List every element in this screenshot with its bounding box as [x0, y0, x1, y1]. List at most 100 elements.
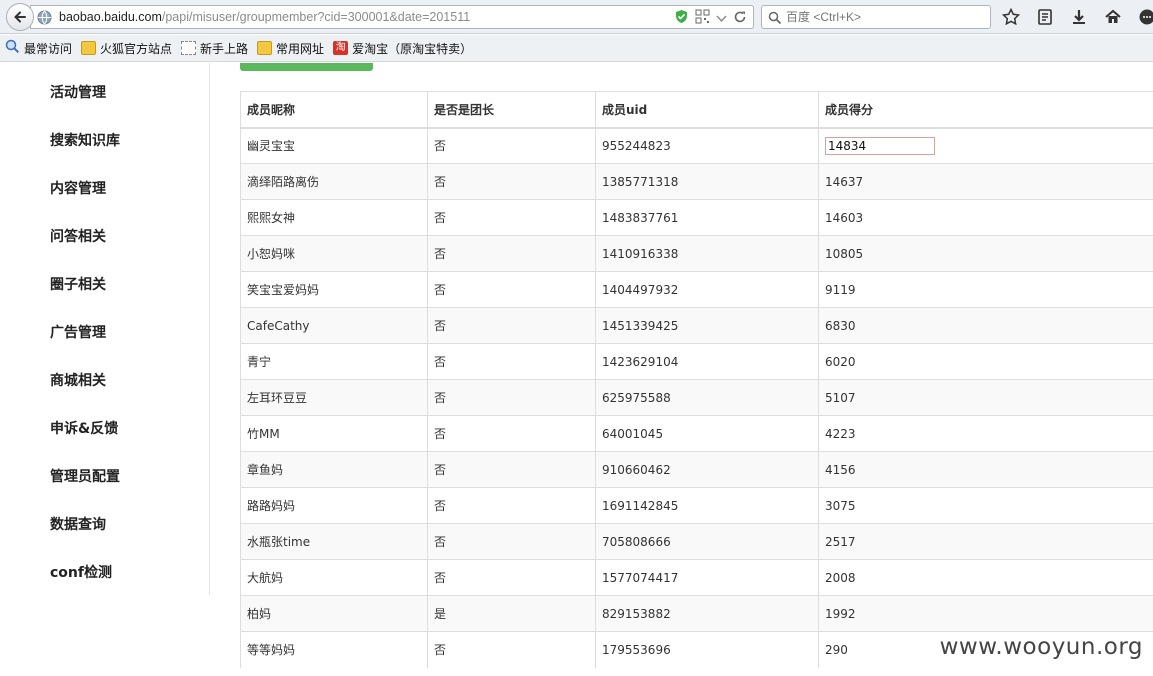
- cell-is-leader: 否: [427, 487, 596, 524]
- cell-nickname: 左耳环豆豆: [240, 379, 428, 416]
- cell-is-leader: 是: [427, 595, 596, 632]
- cell-score: 6830: [818, 307, 1153, 344]
- cell-is-leader: 否: [427, 271, 596, 308]
- folder-icon: [81, 41, 97, 55]
- sidebar: 活动管理 搜索知识库 内容管理 问答相关 圈子相关 广告管理 商城相关 申诉&反…: [0, 63, 210, 595]
- sidebar-item-admin-config[interactable]: 管理员配置: [50, 466, 120, 486]
- cell-score: 1992: [818, 595, 1153, 632]
- download-icon[interactable]: [1068, 6, 1090, 28]
- reading-list-icon[interactable]: [1034, 6, 1056, 28]
- sidebar-item-content-management[interactable]: 内容管理: [50, 178, 106, 198]
- table-row: 幽灵宝宝 否 955244823: [240, 127, 1153, 164]
- bookmark-star-icon[interactable]: [1000, 6, 1022, 28]
- cell-nickname: 青宁: [240, 343, 428, 380]
- cell-is-leader: 否: [427, 523, 596, 560]
- cell-uid: 1410916338: [595, 235, 819, 272]
- sidebar-item-mall[interactable]: 商城相关: [50, 370, 106, 390]
- table-row: 路路妈妈否 1691142845 3075: [240, 487, 1153, 524]
- bookmark-label: 常用网址: [276, 41, 325, 56]
- score-input[interactable]: [825, 136, 935, 155]
- shield-check-icon[interactable]: [674, 9, 689, 28]
- sidebar-item-ads[interactable]: 广告管理: [50, 322, 106, 342]
- back-button[interactable]: [6, 3, 34, 31]
- cell-nickname: 水瓶张time: [240, 523, 428, 560]
- cell-score: [818, 127, 1153, 164]
- cell-nickname: 章鱼妈: [240, 451, 428, 488]
- cell-is-leader: 否: [427, 631, 596, 668]
- cell-is-leader: 否: [427, 163, 596, 200]
- cell-uid: 910660462: [595, 451, 819, 488]
- home-icon[interactable]: [1102, 6, 1124, 28]
- cell-score: 14603: [818, 199, 1153, 236]
- cell-is-leader: 否: [427, 415, 596, 452]
- sidebar-item-activity-management[interactable]: 活动管理: [50, 82, 106, 102]
- cell-is-leader: 否: [427, 451, 596, 488]
- qr-code-icon[interactable]: [695, 9, 710, 28]
- column-header-is-leader: 是否是团长: [427, 91, 596, 129]
- sidebar-item-circles[interactable]: 圈子相关: [50, 274, 106, 294]
- dropdown-arrow-icon[interactable]: [716, 9, 727, 28]
- table-row: 水瓶张time 否 705808666 2517: [240, 523, 1153, 560]
- bookmark-most-visited[interactable]: 最常访问: [5, 39, 72, 57]
- reload-icon[interactable]: [733, 9, 747, 28]
- cell-score: 2517: [818, 523, 1153, 560]
- cell-score: 2008: [818, 559, 1153, 596]
- table-row: 左耳环豆豆否 625975588 5107: [240, 379, 1153, 416]
- cell-nickname: 熙熙女神: [240, 199, 428, 236]
- bookmark-common-sites[interactable]: 常用网址: [257, 40, 324, 57]
- cell-nickname: 大航妈: [240, 559, 428, 596]
- search-input[interactable]: [786, 9, 986, 25]
- taobao-icon: 淘: [333, 41, 349, 55]
- cell-is-leader: 否: [427, 307, 596, 344]
- bookmarks-bar: 最常访问 火狐官方站点 新手上路 常用网址 淘 爱淘宝（原淘宝特卖）: [0, 35, 1153, 62]
- url-path: /papi/misuser/groupmember?cid=300001&dat…: [161, 10, 471, 24]
- cell-nickname: 路路妈妈: [240, 487, 428, 524]
- site-globe-icon: [37, 10, 52, 29]
- cell-is-leader: 否: [427, 199, 596, 236]
- cell-uid: 64001045: [595, 415, 819, 452]
- sidebar-item-search-knowledge[interactable]: 搜索知识库: [50, 130, 120, 150]
- table-row: 章鱼妈否 910660462 4156: [240, 451, 1153, 488]
- cell-score: 3075: [818, 487, 1153, 524]
- cell-score: 10805: [818, 235, 1153, 272]
- cell-uid: 1577074417: [595, 559, 819, 596]
- sidebar-item-appeals-feedback[interactable]: 申诉&反馈: [50, 418, 118, 438]
- sidebar-item-conf-check[interactable]: conf检测: [50, 562, 112, 582]
- cell-uid: 1423629104: [595, 343, 819, 380]
- table-row: 熙熙女神否 1483837761 14603: [240, 199, 1153, 236]
- bookmark-ai-taobao[interactable]: 淘 爱淘宝（原淘宝特卖）: [333, 40, 472, 57]
- cell-score: 6020: [818, 343, 1153, 380]
- sidebar-item-qa[interactable]: 问答相关: [50, 226, 106, 246]
- bookmark-label: 火狐官方站点: [100, 41, 173, 56]
- table-row: 小恕妈咪否 1410916338 10805: [240, 235, 1153, 272]
- dashed-page-icon: [181, 41, 197, 55]
- cell-uid: 179553696: [595, 631, 819, 668]
- bookmark-getting-started[interactable]: 新手上路: [181, 40, 248, 57]
- cell-nickname: 滴绎陌路离伤: [240, 163, 428, 200]
- globe-icon: [5, 39, 20, 57]
- table-row: CafeCathy 否 1451339425 6830: [240, 307, 1153, 344]
- cell-score: 9119: [818, 271, 1153, 308]
- watermark: www.wooyun.org: [939, 634, 1143, 660]
- cell-score: 4223: [818, 415, 1153, 452]
- cell-uid: 625975588: [595, 379, 819, 416]
- sidebar-item-data-query[interactable]: 数据查询: [50, 514, 106, 534]
- cell-uid: 1691142845: [595, 487, 819, 524]
- table-row: 柏妈是 829153882 1992: [240, 595, 1153, 632]
- cell-uid: 1404497932: [595, 271, 819, 308]
- cell-uid: 705808666: [595, 523, 819, 560]
- bookmark-firefox-official[interactable]: 火狐官方站点: [81, 40, 172, 57]
- cell-nickname: 幽灵宝宝: [240, 127, 428, 164]
- cell-nickname: CafeCathy: [240, 307, 428, 344]
- bookmark-label: 爱淘宝（原淘宝特卖）: [352, 41, 473, 56]
- chat-icon[interactable]: [1136, 6, 1153, 28]
- cell-nickname: 等等妈妈: [240, 631, 428, 668]
- url-text: baobao.baidu.com/papi/misuser/groupmembe…: [59, 10, 470, 24]
- cell-nickname: 小恕妈咪: [240, 235, 428, 272]
- bookmark-label: 新手上路: [200, 41, 249, 56]
- cell-is-leader: 否: [427, 235, 596, 272]
- table-row: 笑宝宝爱妈妈否 1404497932 9119: [240, 271, 1153, 308]
- submit-button-edge[interactable]: [240, 63, 373, 71]
- search-bar[interactable]: [761, 5, 991, 29]
- url-bar[interactable]: baobao.baidu.com/papi/misuser/groupmembe…: [30, 5, 754, 29]
